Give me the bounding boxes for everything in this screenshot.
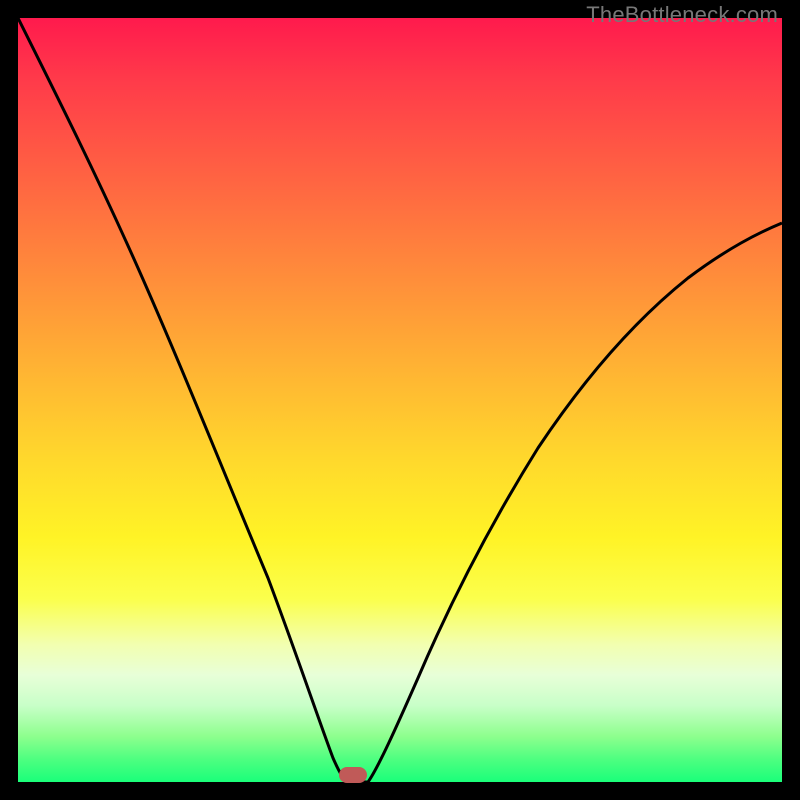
curve-right-branch (368, 223, 782, 782)
watermark-text: TheBottleneck.com (586, 2, 778, 28)
plot-area (18, 18, 782, 782)
bottleneck-curve (18, 18, 782, 782)
curve-left-branch (18, 18, 348, 782)
optimal-point-marker (339, 767, 367, 783)
chart-frame: TheBottleneck.com (0, 0, 800, 800)
